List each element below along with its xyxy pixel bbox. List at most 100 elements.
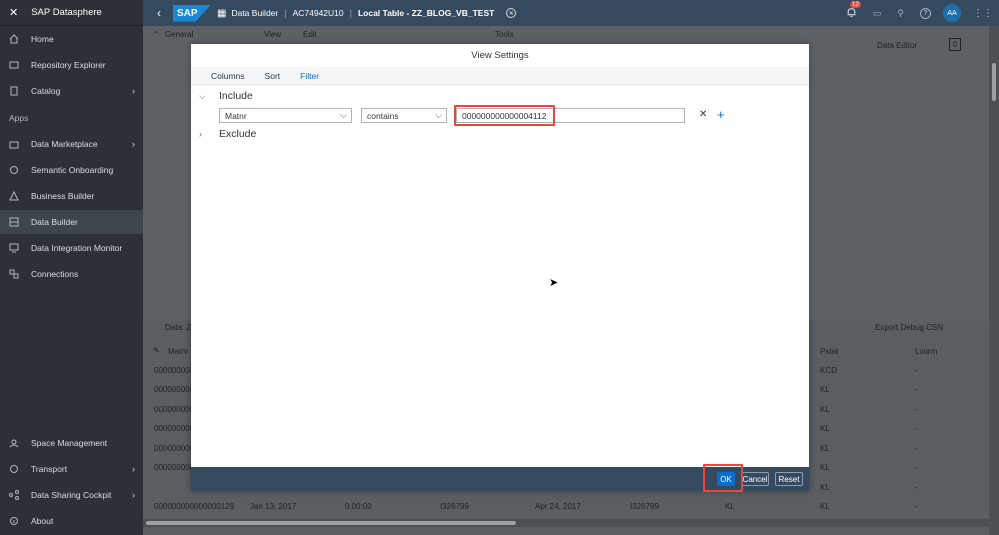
sidebar-item-label: Home: [31, 34, 54, 44]
sidebar-item-connections[interactable]: Connections: [0, 262, 143, 286]
onboarding-icon: [8, 164, 20, 176]
sidebar-item-repository-explorer[interactable]: Repository Explorer: [0, 53, 143, 77]
add-condition-icon[interactable]: +: [717, 107, 725, 122]
sidebar-item-label: Business Builder: [31, 191, 95, 201]
sidebar-item-about[interactable]: About: [0, 509, 143, 533]
shell-bar: ‹ SAP ▦ Data Builder | AC74942U10 | Loca…: [143, 0, 999, 26]
chevron-right-icon: ›: [132, 464, 135, 474]
help-icon[interactable]: ?: [920, 7, 931, 19]
tab-filter[interactable]: Filter: [300, 71, 319, 81]
column-select[interactable]: Matnr ⌵: [219, 108, 352, 123]
breadcrumb-separator: |: [349, 8, 352, 18]
cell-date: Jan 13, 2017: [250, 502, 297, 511]
counter-badge: 0: [949, 38, 962, 51]
breadcrumb-space[interactable]: AC74942U10: [293, 8, 344, 18]
sidebar-item-label: Transport: [31, 464, 68, 474]
reset-button[interactable]: Reset: [775, 472, 803, 486]
chevron-right-icon: ›: [132, 86, 135, 96]
cell-matnr: 000000000: [154, 385, 195, 394]
tab-columns[interactable]: Columns: [211, 71, 245, 81]
cell-pstat: KL: [820, 424, 830, 433]
breadcrumb-builder[interactable]: Data Builder: [231, 8, 278, 18]
sidebar-item-catalog[interactable]: Catalog ›: [0, 79, 143, 103]
avatar[interactable]: AA: [943, 4, 961, 22]
cell-lvorm: -: [915, 502, 918, 511]
cell-lvorm: -: [915, 405, 918, 414]
sidebar-item-data-integration-monitor[interactable]: Data Integration Monitor: [0, 236, 143, 260]
tab-view[interactable]: View: [264, 30, 281, 39]
cell-pstat: KL: [820, 483, 830, 492]
back-icon[interactable]: ‹: [157, 6, 161, 20]
sidebar-item-semantic-onboarding[interactable]: Semantic Onboarding: [0, 158, 143, 182]
cell-matnr: 000000000: [154, 366, 195, 375]
cell-pstat: KL: [820, 502, 830, 511]
cell-time: 0:00:00: [345, 502, 372, 511]
cell-lvorm: -: [915, 483, 918, 492]
data-editor-button[interactable]: Data Editor: [877, 41, 917, 50]
sidebar-item-data-sharing-cockpit[interactable]: Data Sharing Cockpit ›: [0, 483, 143, 507]
column-header-matnr[interactable]: Matnr: [168, 347, 188, 356]
side-navigation: ✕ SAP Datasphere Home Repository Explore…: [0, 0, 143, 535]
data-builder-icon: ▦: [217, 7, 227, 19]
cancel-button[interactable]: Cancel: [741, 472, 769, 486]
column-header-pstat[interactable]: Pstat: [820, 347, 838, 356]
notification-bell-icon[interactable]: 12: [846, 0, 862, 20]
column-header-lvorm[interactable]: Lvorm: [915, 347, 937, 356]
transport-icon: [8, 463, 20, 475]
highlight-frame: [703, 464, 743, 492]
cell-pstat: KL: [820, 444, 830, 453]
close-icon[interactable]: ✕: [9, 6, 18, 19]
home-icon: [8, 33, 20, 45]
export-debug-button[interactable]: Export Debug CSN: [875, 323, 943, 332]
folder-icon: [8, 59, 20, 71]
exclude-section-header[interactable]: › Exclude: [199, 128, 256, 140]
breadcrumb-object[interactable]: Local Table - ZZ_BLOG_VB_TEST: [358, 8, 494, 18]
vertical-scrollbar[interactable]: [989, 26, 999, 535]
sidebar-item-data-marketplace[interactable]: Data Marketplace ›: [0, 132, 143, 156]
cell-matnr: 000000000000000129: [154, 502, 235, 511]
sidebar-item-label: Data Integration Monitor: [31, 243, 123, 253]
tab-tools[interactable]: Tools: [495, 30, 514, 39]
horizontal-scrollbar[interactable]: [143, 519, 989, 527]
cell-user: I326799: [440, 502, 469, 511]
sidebar-item-data-builder[interactable]: Data Builder: [0, 210, 143, 234]
sidebar-item-business-builder[interactable]: Business Builder: [0, 184, 143, 208]
chevron-up-icon: ⌃: [153, 30, 160, 39]
tab-sort[interactable]: Sort: [265, 71, 281, 81]
include-section-header[interactable]: ⌵ Include: [199, 90, 253, 102]
sidebar-item-home[interactable]: Home: [0, 27, 143, 51]
link-icon[interactable]: ⚲: [897, 8, 904, 19]
cell-matnr: 000000000: [154, 405, 195, 414]
sidebar-item-label: Data Marketplace: [31, 139, 98, 149]
scrollbar-thumb[interactable]: [146, 521, 516, 525]
business-builder-icon: [8, 190, 20, 202]
cell-matnr: 000000000: [154, 463, 195, 472]
exclude-label: Exclude: [219, 128, 257, 140]
tab-edit[interactable]: Edit: [303, 30, 317, 39]
section-apps: Apps: [9, 113, 29, 123]
cell-lvorm: -: [915, 366, 918, 375]
product-switch-icon[interactable]: ⋮⋮: [973, 8, 993, 19]
sidebar-item-space-management[interactable]: Space Management: [0, 431, 143, 455]
scrollbar-thumb[interactable]: [992, 63, 996, 101]
remove-condition-icon[interactable]: ✕: [699, 109, 707, 120]
operator-select[interactable]: contains ⌵: [361, 108, 447, 123]
sidebar-item-label: Repository Explorer: [31, 60, 106, 70]
cell-pstat: KL: [820, 463, 830, 472]
marketplace-icon: [8, 138, 20, 150]
sidebar-item-label: Data Builder: [31, 217, 78, 227]
sidebar-item-label: About: [31, 516, 54, 526]
dialog-title: View Settings: [471, 50, 529, 61]
data-tab-label[interactable]: Data: Z: [165, 323, 191, 332]
close-tab-icon[interactable]: ✕: [506, 8, 517, 18]
chevron-right-icon: ›: [132, 139, 135, 149]
feedback-icon[interactable]: ▭: [873, 8, 882, 19]
column-select-value: Matnr: [225, 110, 247, 121]
monitor-icon: [8, 242, 20, 254]
tab-general[interactable]: General: [165, 30, 193, 39]
include-label: Include: [219, 90, 253, 102]
cell-pstat: KL: [820, 405, 830, 414]
chevron-down-icon: ⌵: [199, 90, 206, 101]
sidebar-item-transport[interactable]: Transport ›: [0, 457, 143, 481]
cell-pstat: KL: [820, 385, 830, 394]
